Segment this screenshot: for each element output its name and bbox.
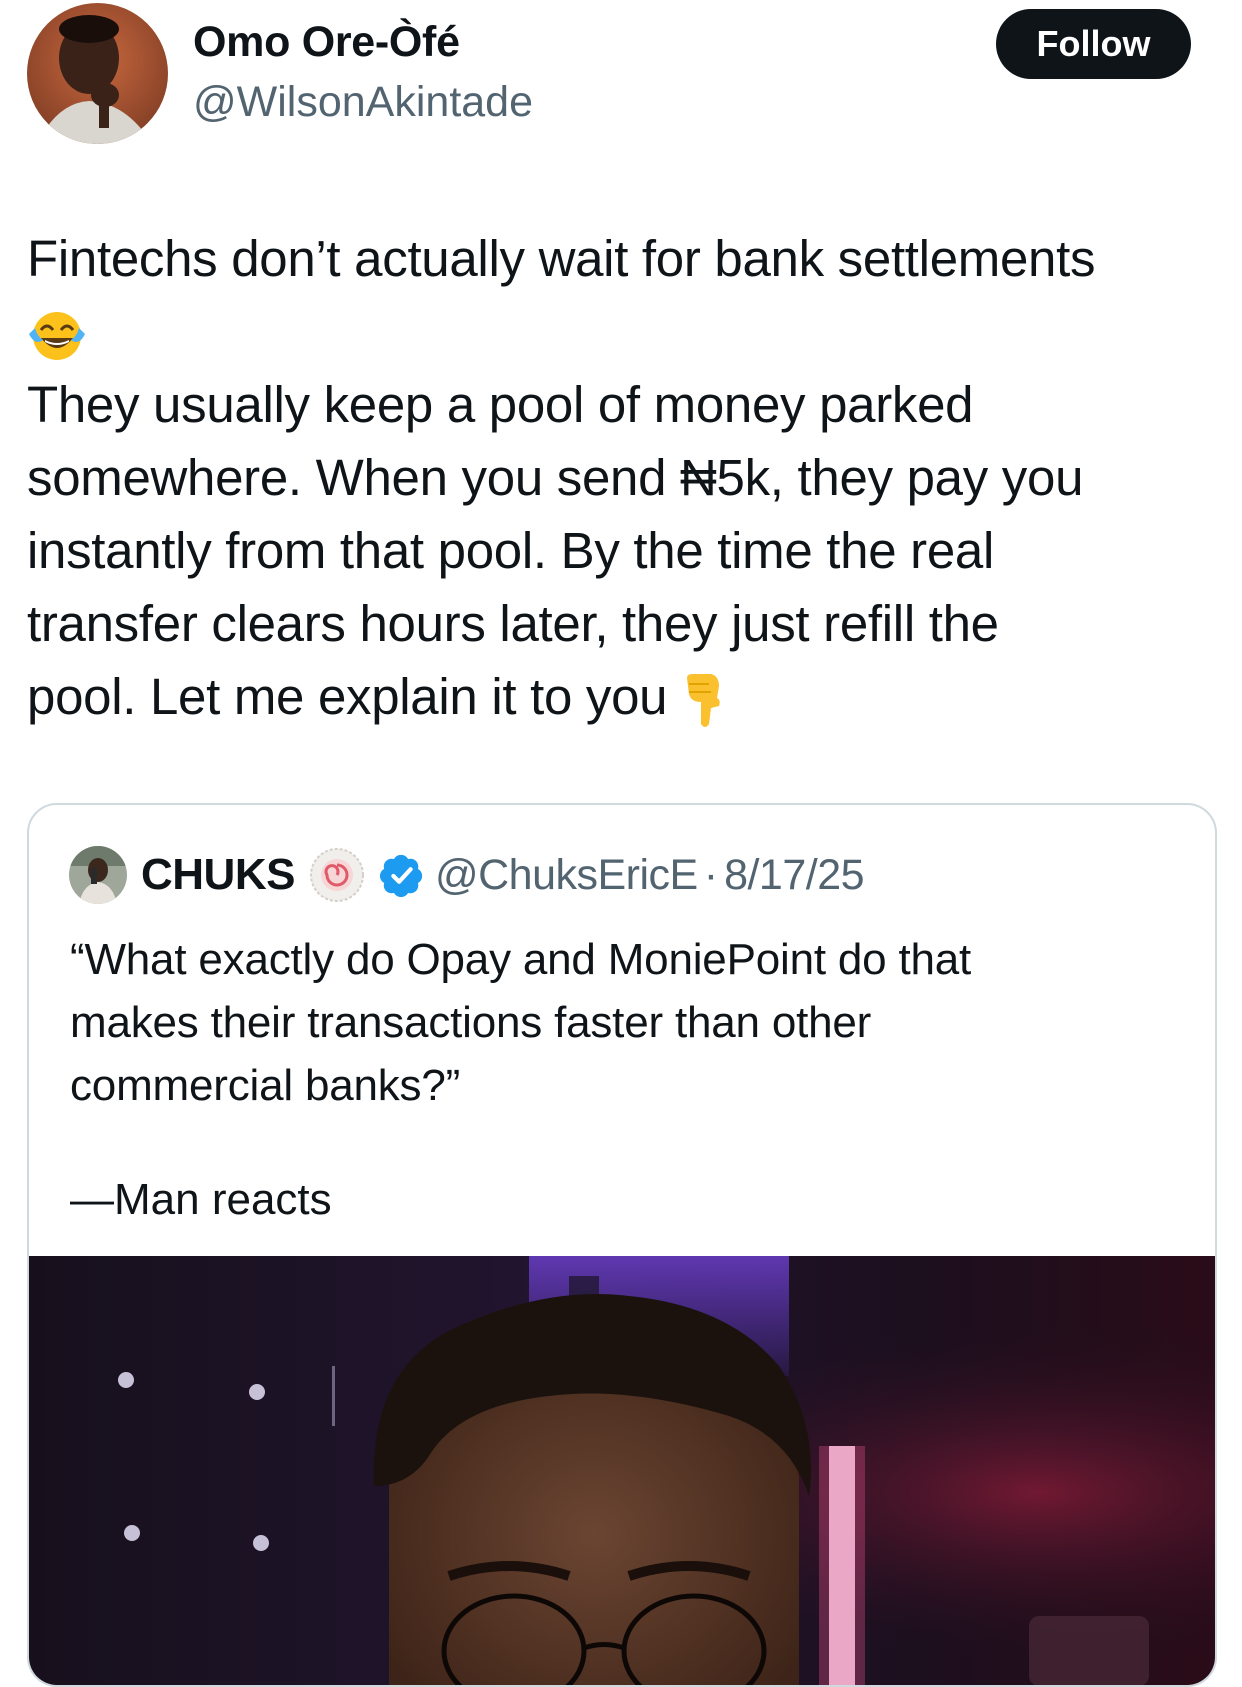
pointing-down-emoji [687, 673, 720, 727]
tears-of-joy-emoji [29, 311, 85, 360]
verified-badge-icon[interactable] [379, 852, 425, 898]
tweet-line: pool. Let me explain it to you [27, 668, 668, 725]
quote-video-thumbnail[interactable] [29, 1256, 1215, 1685]
quoted-tweet-card[interactable]: CHUKS @ChuksEricE · 8/17/25 “What exactl… [27, 803, 1217, 1687]
quote-date[interactable]: 8/17/25 [724, 851, 864, 900]
author-avatar[interactable] [27, 3, 168, 144]
quote-author-handle[interactable]: @ChuksEricE [435, 851, 698, 900]
tweet-line: transfer clears hours later, they just r… [27, 595, 999, 652]
quote-separator: · [703, 850, 719, 899]
tweet-last-line: pool. Let me explain it to you [27, 660, 1222, 733]
quote-author-avatar[interactable] [69, 846, 127, 904]
tweet-line: somewhere. When you send ₦5k, they pay y… [27, 449, 1084, 506]
follow-button[interactable]: Follow [996, 9, 1191, 79]
quote-author-name[interactable]: CHUKS [141, 850, 295, 900]
tweet-body: Fintechs don’t actually wait for bank se… [27, 222, 1222, 733]
tweet-line: Fintechs don’t actually wait for bank se… [27, 230, 1096, 287]
affiliate-badge-icon[interactable] [309, 847, 365, 903]
author-handle[interactable]: @WilsonAkintade [193, 78, 533, 127]
quote-attribution: —Man reacts [70, 1175, 332, 1224]
author-name[interactable]: Omo Ore-Òfé [193, 18, 460, 67]
tweet-line: instantly from that pool. By the time th… [27, 522, 995, 579]
quote-line: “What exactly do Opay and MoniePoint do … [70, 935, 972, 984]
quote-line: makes their transactions faster than oth… [70, 998, 872, 1047]
tweet-header: Omo Ore-Òfé @WilsonAkintade Follow [0, 0, 1242, 160]
tweet-emoji-line [27, 295, 1222, 368]
quote-line: commercial banks?” [70, 1061, 461, 1110]
tweet-line: They usually keep a pool of money parked [27, 376, 974, 433]
quote-header: CHUKS @ChuksEricE · 8/17/25 [69, 845, 865, 905]
quote-body: “What exactly do Opay and MoniePoint do … [70, 928, 1180, 1117]
